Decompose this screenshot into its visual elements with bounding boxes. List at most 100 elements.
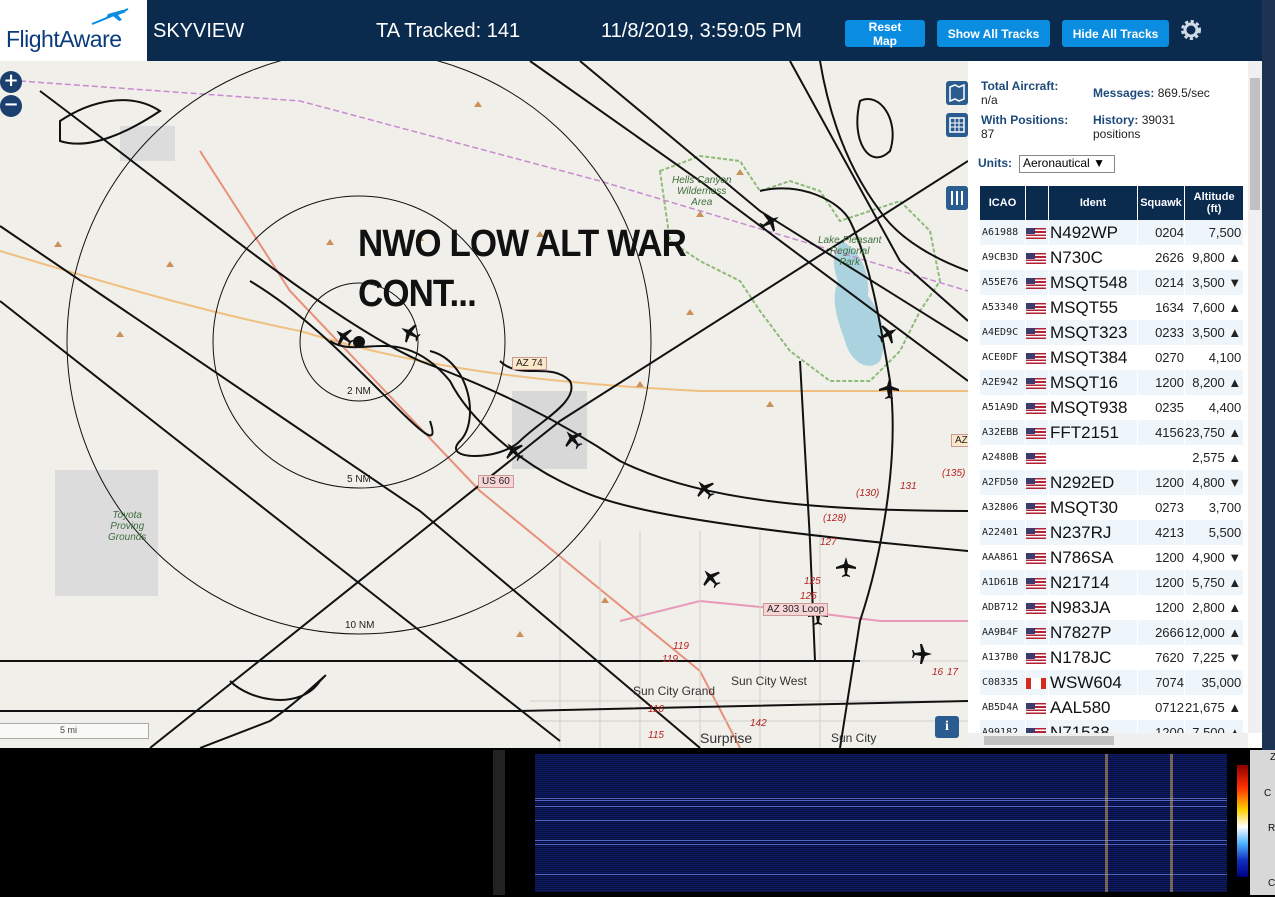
table-row[interactable]: A2E942 MSQT16 1200 8,200 ▲	[980, 370, 1244, 395]
table-row[interactable]: ADB712 N983JA 1200 2,800 ▲	[980, 595, 1244, 620]
squawk-cell: 7620	[1138, 645, 1184, 670]
reset-map-button[interactable]: Reset Map	[845, 20, 925, 48]
zoom-out-button[interactable]: −	[0, 95, 22, 117]
column-header-squawk[interactable]: Squawk	[1138, 186, 1184, 220]
table-row[interactable]: A51A9D MSQT938 0235 4,400	[980, 395, 1244, 420]
show-all-tracks-button[interactable]: Show All Tracks	[937, 20, 1050, 47]
icao-cell: A55E76	[980, 270, 1025, 295]
ring-label: 5 NM	[347, 474, 371, 485]
place-label: Surprise	[700, 730, 753, 746]
info-button[interactable]: i	[935, 716, 959, 738]
us-flag-icon	[1026, 303, 1046, 314]
icao-cell: A4ED9C	[980, 320, 1025, 345]
table-row[interactable]: A61988 N492WP 0204 7,500	[980, 220, 1244, 245]
zoom-in-button[interactable]: +	[0, 71, 22, 93]
park-label: Hells Canyon Wilderness Area	[672, 175, 732, 208]
icao-cell: A51A9D	[980, 395, 1025, 420]
flag-cell	[1026, 520, 1048, 545]
aircraft-marker[interactable]	[499, 436, 529, 466]
table-row[interactable]: AA9B4F N7827P 2666 12,000 ▲	[980, 620, 1244, 645]
aircraft-panel: Total Aircraft: n/a With Positions: 87 Mes…	[968, 61, 1262, 748]
table-row[interactable]: ACE0DF MSQT384 0270 4,100	[980, 345, 1244, 370]
table-row[interactable]: A2480B 2,575 ▲	[980, 445, 1244, 470]
table-row[interactable]: A1D61B N21714 1200 5,750 ▲	[980, 570, 1244, 595]
panel-horizontal-scrollbar[interactable]	[968, 733, 1248, 748]
scrollbar-thumb[interactable]	[1250, 78, 1260, 210]
hide-all-tracks-button[interactable]: Hide All Tracks	[1062, 20, 1169, 47]
flag-cell	[1026, 570, 1048, 595]
aircraft-marker[interactable]	[879, 379, 899, 399]
messages-stat: Messages: 869.5/sec	[1093, 86, 1210, 100]
icao-cell: A22401	[980, 520, 1025, 545]
flag-cell	[1026, 245, 1048, 270]
column-header-altitude[interactable]: Altitude (ft)	[1185, 186, 1244, 220]
columns-toggle-button[interactable]	[946, 186, 968, 210]
flag-cell	[1026, 420, 1048, 445]
map-view[interactable]: + − NWO LOW ALT WAR CONT... 2 NM 5 NM 10…	[0, 61, 968, 748]
units-select[interactable]: Aeronautical ▼	[1019, 155, 1115, 173]
route-number: 119	[662, 654, 678, 665]
table-row[interactable]: A2FD50 N292ED 1200 4,800 ▼	[980, 470, 1244, 495]
color-scale-bar	[1237, 765, 1248, 877]
us-flag-icon	[1026, 328, 1046, 339]
route-number: 125	[800, 591, 817, 602]
ident-cell: N492WP	[1049, 220, 1137, 245]
panel-vertical-scrollbar[interactable]	[1248, 61, 1262, 733]
route-number: 127	[820, 537, 837, 548]
table-row[interactable]: A22401 N237RJ 4213 5,500	[980, 520, 1244, 545]
ident-cell: MSQT548	[1049, 270, 1137, 295]
us-flag-icon	[1026, 253, 1046, 264]
table-row[interactable]: AAA861 N786SA 1200 4,900 ▼	[980, 545, 1244, 570]
waterfall-margin	[505, 754, 535, 892]
flag-cell	[1026, 295, 1048, 320]
route-number: (128)	[823, 513, 847, 524]
flag-cell	[1026, 695, 1048, 720]
scrollbar-thumb[interactable]	[984, 736, 1114, 745]
route-number: 119	[673, 641, 689, 652]
column-header-flag[interactable]	[1026, 186, 1048, 220]
table-row[interactable]: C08335 WSW604 7074 35,000	[980, 670, 1244, 695]
us-flag-icon	[1026, 703, 1046, 714]
aircraft-marker[interactable]	[329, 322, 359, 352]
flightaware-logo[interactable]: FlightAware	[0, 0, 147, 61]
ring-label: 2 NM	[347, 386, 371, 397]
ident-cell: MSQT323	[1049, 320, 1137, 345]
altitude-cell: 8,200 ▲	[1185, 370, 1244, 395]
gear-icon[interactable]	[1178, 17, 1204, 43]
table-row[interactable]: A53340 MSQT55 1634 7,600 ▲	[980, 295, 1244, 320]
altitude-cell: 3,500 ▲	[1185, 320, 1244, 345]
us-flag-icon	[1026, 653, 1046, 664]
map-type-button[interactable]	[946, 81, 968, 105]
us-flag-icon	[1026, 428, 1046, 439]
icao-cell: AB5D4A	[980, 695, 1025, 720]
chevron-down-icon: ▼	[1093, 156, 1105, 170]
squawk-cell	[1138, 445, 1184, 470]
aircraft-marker[interactable]	[874, 320, 902, 348]
logo-text: FlightAware	[6, 26, 122, 52]
road-shield: AZ	[951, 434, 968, 447]
ident-cell: MSQT30	[1049, 495, 1137, 520]
grid-toggle-button[interactable]	[946, 113, 968, 137]
aircraft-marker[interactable]	[696, 563, 726, 593]
table-row[interactable]: AB5D4A AAL580 0712 21,675 ▲	[980, 695, 1244, 720]
table-row[interactable]: A32806 MSQT30 0273 3,700	[980, 495, 1244, 520]
icao-cell: A61988	[980, 220, 1025, 245]
icao-cell: AAA861	[980, 545, 1025, 570]
table-row[interactable]: A32EBB FFT2151 4156 23,750 ▲	[980, 420, 1244, 445]
aircraft-marker[interactable]	[836, 557, 856, 577]
us-flag-icon	[1026, 478, 1046, 489]
table-row[interactable]: A4ED9C MSQT323 0233 3,500 ▲	[980, 320, 1244, 345]
column-header-icao[interactable]: ICAO	[980, 186, 1025, 220]
aircraft-marker[interactable]	[690, 474, 720, 504]
flag-cell	[1026, 620, 1048, 645]
table-row[interactable]: A55E76 MSQT548 0214 3,500 ▼	[980, 270, 1244, 295]
aircraft-marker[interactable]	[756, 208, 784, 236]
ident-cell: N7827P	[1049, 620, 1137, 645]
aircraft-marker[interactable]	[558, 424, 588, 454]
aircraft-marker[interactable]	[912, 644, 932, 664]
tracked-count: TA Tracked: 141	[376, 20, 521, 42]
column-header-ident[interactable]: Ident	[1049, 186, 1137, 220]
table-row[interactable]: A9CB3D N730C 2626 9,800 ▲	[980, 245, 1244, 270]
table-row[interactable]: A137B0 N178JC 7620 7,225 ▼	[980, 645, 1244, 670]
aircraft-marker[interactable]	[396, 319, 424, 347]
